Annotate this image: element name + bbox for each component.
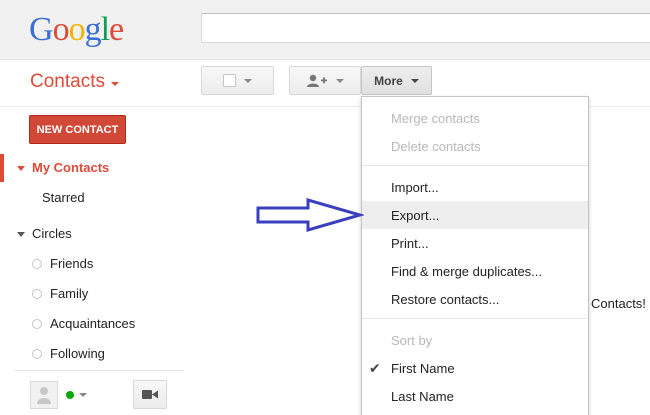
avatar[interactable]	[30, 381, 58, 409]
chat-divider	[14, 370, 184, 371]
menu-item-sort-last-name[interactable]: Last Name	[362, 382, 588, 410]
menu-item-import[interactable]: Import...	[362, 173, 588, 201]
menu-item-export[interactable]: Export...	[362, 201, 588, 229]
add-person-icon	[307, 74, 327, 87]
sidebar-item-label: Acquaintances	[50, 316, 136, 331]
logo-letter: g	[84, 11, 102, 48]
sidebar-item-friends[interactable]: Friends	[32, 256, 93, 272]
menu-item-sort-first-name[interactable]: ✔ First Name	[362, 354, 588, 382]
checkmark-icon: ✔	[369, 360, 381, 376]
google-logo[interactable]: Google	[29, 10, 124, 50]
logo-letter: e	[109, 11, 124, 48]
video-call-button[interactable]	[133, 380, 167, 409]
main-message: Contacts!	[591, 296, 646, 311]
menu-item-delete-contacts: Delete contacts	[391, 138, 481, 154]
circle-icon	[32, 349, 42, 359]
add-to-circles-button[interactable]	[289, 66, 361, 95]
sidebar-item-label: Following	[50, 346, 105, 361]
search-input[interactable]	[201, 13, 650, 43]
menu-separator	[362, 165, 588, 166]
checkbox-icon	[223, 74, 236, 87]
video-camera-icon	[142, 390, 158, 399]
sidebar-item-circles[interactable]: Circles	[17, 226, 72, 242]
circle-icon	[32, 259, 42, 269]
sidebar-item-label: Circles	[32, 226, 72, 241]
chevron-down-icon	[410, 78, 419, 83]
circle-icon	[32, 289, 42, 299]
menu-separator	[362, 318, 588, 319]
menu-item-label: First Name	[391, 360, 455, 376]
logo-letter: o	[52, 11, 70, 48]
menu-item-merge-contacts: Merge contacts	[391, 110, 480, 126]
chevron-down-icon	[336, 78, 344, 83]
chevron-down-icon	[110, 81, 119, 86]
sidebar-item-following[interactable]: Following	[32, 346, 105, 362]
collapse-icon	[17, 231, 25, 237]
sidebar-item-label: Friends	[50, 256, 94, 271]
chevron-down-icon	[244, 78, 252, 83]
sidebar-item-acquaintances[interactable]: Acquaintances	[32, 316, 135, 332]
logo-letter: G	[29, 11, 54, 48]
logo-letter: o	[68, 11, 86, 48]
selected-indicator	[0, 154, 4, 182]
sidebar-item-label: Family	[50, 286, 89, 301]
select-checkbox-button[interactable]	[201, 66, 274, 95]
sidebar-item-family[interactable]: Family	[32, 286, 88, 302]
menu-item-print[interactable]: Print...	[362, 229, 588, 257]
app-title: Contacts	[30, 71, 105, 92]
online-status-icon[interactable]	[66, 391, 74, 399]
sidebar-item-label: My Contacts	[32, 160, 110, 175]
sidebar-item-my-contacts[interactable]: My Contacts	[17, 160, 109, 176]
collapse-icon	[17, 165, 25, 171]
menu-item-find-merge-duplicates[interactable]: Find & merge duplicates...	[362, 257, 588, 285]
logo-letter: l	[100, 11, 111, 48]
new-contact-button[interactable]: NEW CONTACT	[29, 115, 126, 144]
more-button-label: More	[374, 73, 403, 88]
chevron-down-icon[interactable]	[79, 393, 87, 397]
menu-sort-by-label: Sort by	[391, 332, 433, 348]
circle-icon	[32, 319, 42, 329]
more-button[interactable]: More	[361, 66, 432, 95]
sidebar-item-starred[interactable]: Starred	[42, 190, 85, 206]
more-menu: Merge contacts Delete contacts Import...…	[361, 96, 589, 415]
sidebar-item-label: Starred	[42, 190, 85, 205]
person-icon	[37, 387, 51, 404]
annotation-arrow-icon	[256, 198, 364, 232]
top-bar: Google	[0, 0, 650, 60]
menu-item-restore-contacts[interactable]: Restore contacts...	[362, 285, 588, 313]
app-title-dropdown[interactable]: Contacts	[30, 71, 119, 93]
